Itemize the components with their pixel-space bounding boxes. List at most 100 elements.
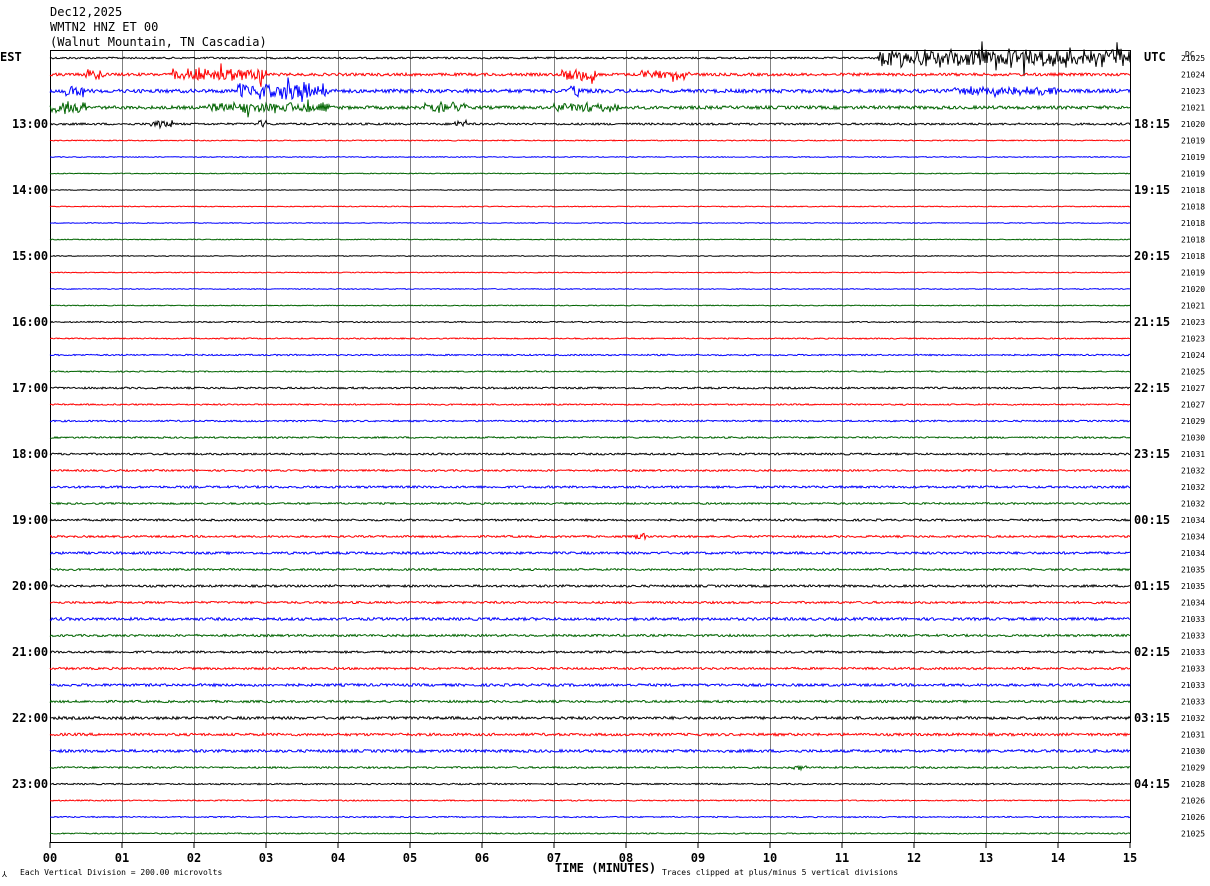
x-tick-label: 10: [763, 851, 777, 865]
header-location: (Walnut Mountain, TN Cascadia): [50, 35, 267, 49]
trace-row-44: [49, 782, 1131, 786]
est-label: 15:00: [12, 249, 48, 263]
dc-value: 21029: [1181, 764, 1205, 773]
utc-label: 19:15: [1134, 183, 1170, 197]
trace-row-15: [49, 304, 1131, 307]
trace-row-8: [49, 189, 1131, 191]
trace-row-14: [49, 287, 1131, 291]
trace-row-40: [49, 715, 1131, 721]
header-date: Dec12,2025: [50, 5, 122, 19]
dc-value: 21034: [1181, 516, 1205, 525]
trace-row-12: [49, 254, 1131, 258]
dc-value: 21019: [1181, 137, 1205, 146]
dc-value: 21033: [1181, 632, 1205, 641]
utc-label: 03:15: [1134, 711, 1170, 725]
trace-row-25: [49, 468, 1131, 473]
dc-value: 21033: [1181, 698, 1205, 707]
dc-value: 21024: [1181, 351, 1205, 360]
dc-value: 21023: [1181, 335, 1205, 344]
dc-value: 21035: [1181, 582, 1205, 591]
trace-row-27: [49, 501, 1131, 506]
x-tick-label: 04: [331, 851, 345, 865]
dc-value: 21033: [1181, 648, 1205, 657]
utc-label: 22:15: [1134, 381, 1170, 395]
est-label: 18:00: [12, 447, 48, 461]
dc-value: 21032: [1181, 500, 1205, 509]
dc-value: 21027: [1181, 401, 1205, 410]
utc-label: 00:15: [1134, 513, 1170, 527]
dc-value: 21020: [1181, 120, 1205, 129]
footer-corner-mark: ⅄: [1, 870, 7, 879]
x-tick-label: 00: [43, 851, 57, 865]
dc-value: 21018: [1181, 203, 1205, 212]
dc-value: 21027: [1181, 384, 1205, 393]
x-tick-label: 14: [1051, 851, 1065, 865]
x-tick-label: 06: [475, 851, 489, 865]
trace-row-2: [49, 77, 1131, 102]
trace-group: [49, 41, 1131, 835]
trace-row-13: [49, 271, 1131, 274]
dc-value: 21030: [1181, 747, 1205, 756]
trace-row-5: [49, 139, 1131, 142]
trace-row-43: [49, 765, 1131, 772]
trace-row-18: [49, 353, 1130, 357]
dc-value: 21034: [1181, 599, 1205, 608]
dc-value: 21034: [1181, 549, 1205, 558]
dc-value: 21026: [1181, 813, 1205, 822]
dc-value: 21032: [1181, 714, 1205, 723]
dc-value: 21032: [1181, 467, 1205, 476]
dc-value: 21033: [1181, 681, 1205, 690]
trace-row-10: [49, 221, 1131, 225]
dc-value: 21029: [1181, 417, 1205, 426]
footer-clip-note: Traces clipped at plus/minus 5 vertical …: [662, 868, 898, 877]
dc-value: 21019: [1181, 269, 1205, 278]
trace-row-30: [49, 550, 1131, 556]
utc-time-labels: 18:15 19:15 20:15 21:15 22:15 23:15 00:15 01:15…: [1134, 117, 1170, 791]
dc-value: 21024: [1181, 71, 1205, 80]
trace-row-21: [49, 403, 1131, 406]
trace-row-19: [49, 370, 1131, 373]
utc-label: 23:15: [1134, 447, 1170, 461]
footer-scale-note: Each Vertical Division = 200.00 microvol…: [20, 868, 222, 877]
x-tick-label: 02: [187, 851, 201, 865]
trace-row-29: [49, 532, 1131, 541]
trace-row-39: [49, 699, 1131, 704]
utc-label: 18:15: [1134, 117, 1170, 131]
trace-row-16: [49, 320, 1131, 324]
trace-row-17: [49, 337, 1131, 340]
dc-value: 21023: [1181, 87, 1205, 96]
trace-row-11: [49, 238, 1131, 241]
utc-zone-label: UTC: [1144, 50, 1166, 64]
est-label: 16:00: [12, 315, 48, 329]
dc-value: 21021: [1181, 104, 1205, 113]
dc-value: 21026: [1181, 797, 1205, 806]
utc-label: 21:15: [1134, 315, 1170, 329]
est-label: 22:00: [12, 711, 48, 725]
dc-value: 21031: [1181, 450, 1205, 459]
trace-row-1: [49, 63, 1131, 87]
trace-row-23: [49, 435, 1131, 440]
x-tick-label: 01: [115, 851, 129, 865]
dc-value: 21019: [1181, 153, 1205, 162]
dc-value: 21018: [1181, 236, 1205, 245]
est-label: 20:00: [12, 579, 48, 593]
est-label: 19:00: [12, 513, 48, 527]
dc-value: 21023: [1181, 318, 1205, 327]
dc-value: 21021: [1181, 302, 1205, 311]
est-label: 14:00: [12, 183, 48, 197]
x-tick-label: 13: [979, 851, 993, 865]
x-axis-title: TIME (MINUTES): [555, 861, 656, 875]
trace-row-34: [49, 616, 1131, 622]
trace-row-26: [49, 484, 1131, 490]
est-label: 13:00: [12, 117, 48, 131]
x-tick-label: 09: [691, 851, 705, 865]
trace-row-22: [49, 419, 1131, 423]
trace-row-45: [49, 799, 1131, 802]
x-tick-label: 12: [907, 851, 921, 865]
dc-value: 21030: [1181, 434, 1205, 443]
est-label: 17:00: [12, 381, 48, 395]
x-tick-label: 05: [403, 851, 417, 865]
trace-row-4: [49, 118, 1131, 130]
dc-value: 21033: [1181, 665, 1205, 674]
trace-row-24: [49, 452, 1131, 456]
